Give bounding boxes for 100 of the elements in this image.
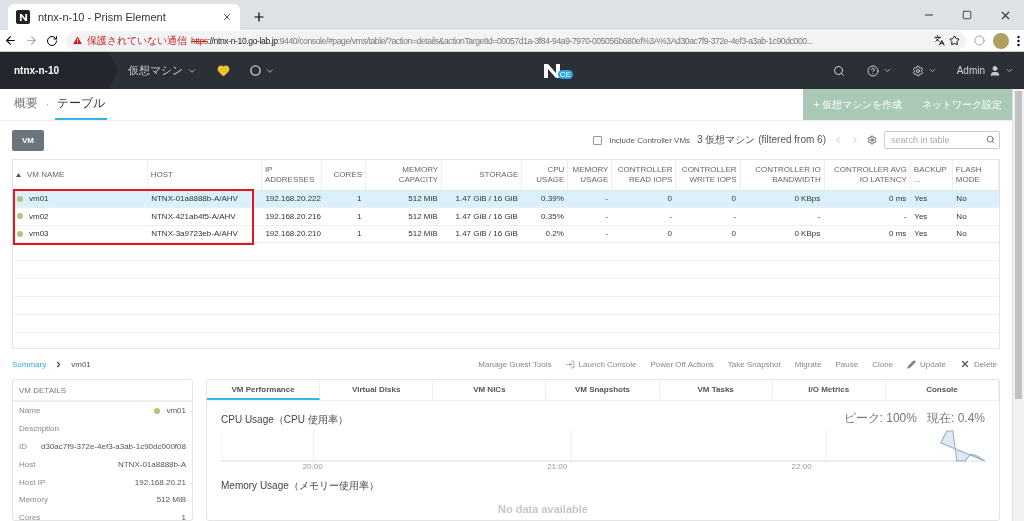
health-icon[interactable] xyxy=(217,64,230,77)
help-icon xyxy=(866,64,879,77)
field-label: Cores xyxy=(19,513,41,520)
chart-title: CPU Usage（CPU 使用率） xyxy=(221,413,348,427)
action-link[interactable]: Launch Console xyxy=(562,359,640,369)
column-header[interactable]: CORES xyxy=(321,160,366,190)
column-header[interactable]: STORAGE xyxy=(441,160,522,190)
table-cell: 1.47 GiB / 16 GiB xyxy=(441,207,522,225)
field-value: 1 xyxy=(181,513,186,520)
table-cell: - xyxy=(675,207,741,225)
close-icon[interactable] xyxy=(222,12,232,22)
table-cell: 0 ms xyxy=(824,225,911,243)
column-header[interactable]: BACKUP ... xyxy=(910,160,953,190)
column-header[interactable]: FLASH MODE xyxy=(952,160,999,190)
table-cell: 0 KBps xyxy=(740,190,825,208)
panel-tab[interactable]: Console xyxy=(885,380,999,400)
search-field[interactable]: search in table xyxy=(884,131,1000,149)
action-link[interactable]: Pause xyxy=(832,359,862,369)
action-link[interactable]: Manage Guest Tools xyxy=(475,359,555,369)
panel-tab[interactable]: I/O Metrics xyxy=(772,380,886,400)
time-label: 21:00 xyxy=(547,462,568,471)
address-bar[interactable]: 保護されていない通信 https://ntnx-n-10.go-lab.jp:9440/console/#page/vms/table/?action=details&actionTargetId=00057d1a-3f84-94a9-7970-005056b680ef%3A%3Ad30ac7f9-372e-4ef3-a3ab-1c90dc000... xyxy=(66,30,966,51)
table-cell: 1.47 GiB / 16 GiB xyxy=(441,225,522,243)
table-cell: Yes xyxy=(910,225,953,243)
panel-tab[interactable]: VM NICs xyxy=(433,380,547,400)
table-cell: - xyxy=(567,190,612,208)
column-header[interactable]: CONTROLLER READ IOPS xyxy=(611,160,676,190)
empty-message: No data available xyxy=(498,503,588,515)
reload-icon[interactable] xyxy=(46,34,58,47)
table-cell: 512 MiB xyxy=(365,190,442,208)
action-link[interactable]: Migrate xyxy=(791,359,825,369)
checkbox[interactable] xyxy=(593,135,603,145)
view-tab[interactable]: テーブル xyxy=(55,89,108,120)
field-value: vm01 xyxy=(166,406,186,416)
field-value: NTNX-01a8888b-A xyxy=(117,459,186,469)
user-icon xyxy=(989,64,1001,77)
table-cell: 1.47 GiB / 16 GiB xyxy=(441,190,522,208)
view-tab[interactable]: 概要 xyxy=(12,89,40,120)
action-link[interactable]: Clone xyxy=(869,359,897,369)
table-cell: 1 xyxy=(321,207,366,225)
table-cell: No xyxy=(952,207,999,225)
pencil-icon xyxy=(907,359,917,369)
cluster-name[interactable]: ntnx-n-10 xyxy=(0,52,118,89)
chart-title: Memory Usage（メモリー使用率） xyxy=(221,479,379,493)
action-link[interactable]: Power Off Actions xyxy=(647,359,717,369)
site-favicon xyxy=(16,10,30,24)
column-header[interactable]: CONTROLLER WRITE IOPS xyxy=(675,160,741,190)
table-cell: 0 KBps xyxy=(740,225,825,243)
field-value: 512 MiB xyxy=(156,495,186,505)
profile-avatar[interactable] xyxy=(993,32,1009,49)
table-cell: 0.35% xyxy=(521,207,568,225)
view-button[interactable]: VM xyxy=(12,129,44,151)
caret-icon xyxy=(927,66,937,75)
star-icon[interactable] xyxy=(949,35,960,46)
column-header[interactable]: HOST xyxy=(147,160,262,190)
vm-menu[interactable]: 仮想マシン xyxy=(118,63,207,78)
field-label: Memory xyxy=(19,495,48,505)
panel-tab[interactable]: VM Snapshots xyxy=(546,380,660,400)
sort-icon xyxy=(16,172,21,177)
more-icon[interactable] xyxy=(1017,34,1020,47)
translate-icon[interactable] xyxy=(934,35,945,46)
column-header[interactable]: CONTROLLER IO BANDWIDTH xyxy=(740,160,825,190)
circle-icon xyxy=(250,65,261,76)
column-header[interactable]: VM NAME xyxy=(13,160,148,190)
vm-name: vm03 xyxy=(29,229,49,238)
table-cell: - xyxy=(824,207,911,225)
search-icon[interactable] xyxy=(832,64,845,77)
table-cell: 512 MiB xyxy=(365,207,442,225)
action-link[interactable]: Delete xyxy=(956,359,1000,369)
scrollbar[interactable] xyxy=(1012,89,1024,521)
table-cell: NTNX-421ab4f5-A/AHV xyxy=(147,207,262,225)
breadcrumb-current: vm01 xyxy=(71,359,91,369)
table-cell: 0 xyxy=(675,190,741,208)
table-cell: No xyxy=(952,225,999,243)
field-label: ID xyxy=(19,442,27,451)
column-header[interactable]: CONTROLLER AVG IO LATENCY xyxy=(824,160,911,190)
column-header[interactable]: IP ADDRESSES xyxy=(261,160,322,190)
field-value: d30ac7f9-372e-4ef3-a3ab-1c90dc000f08 xyxy=(41,442,186,451)
settings-icon xyxy=(911,64,924,77)
action-link[interactable]: Update xyxy=(904,359,949,369)
caret-icon xyxy=(1005,66,1014,75)
column-header[interactable]: CPU USAGE xyxy=(521,160,568,190)
table-cell: Yes xyxy=(910,190,953,208)
browser-tab[interactable]: ntnx-n-10 - Prism Element xyxy=(8,4,240,30)
vm-name: vm01 xyxy=(29,194,49,203)
panel-tab[interactable]: Virtual Disks xyxy=(320,380,434,400)
settings-icon[interactable] xyxy=(867,135,877,145)
user-menu[interactable]: Admin xyxy=(946,64,1024,77)
back-icon[interactable] xyxy=(4,34,17,47)
search-icon xyxy=(986,135,995,144)
edition-badge: CE xyxy=(557,69,573,79)
column-header[interactable]: MEMORY CAPACITY xyxy=(365,160,442,190)
panel-tab[interactable]: VM Performance xyxy=(207,380,321,400)
action-link[interactable]: Take Snapshot xyxy=(724,359,784,369)
new-tab-icon[interactable] xyxy=(252,10,266,24)
panel-tab[interactable]: VM Tasks xyxy=(659,380,773,400)
table-cell: 192.168.20.210 xyxy=(261,225,322,243)
column-header[interactable]: MEMORY USAGE xyxy=(567,160,612,190)
maximize-icon xyxy=(962,10,972,20)
peak-reading: ピーク: 100% 現在: 0.4% xyxy=(843,410,985,427)
